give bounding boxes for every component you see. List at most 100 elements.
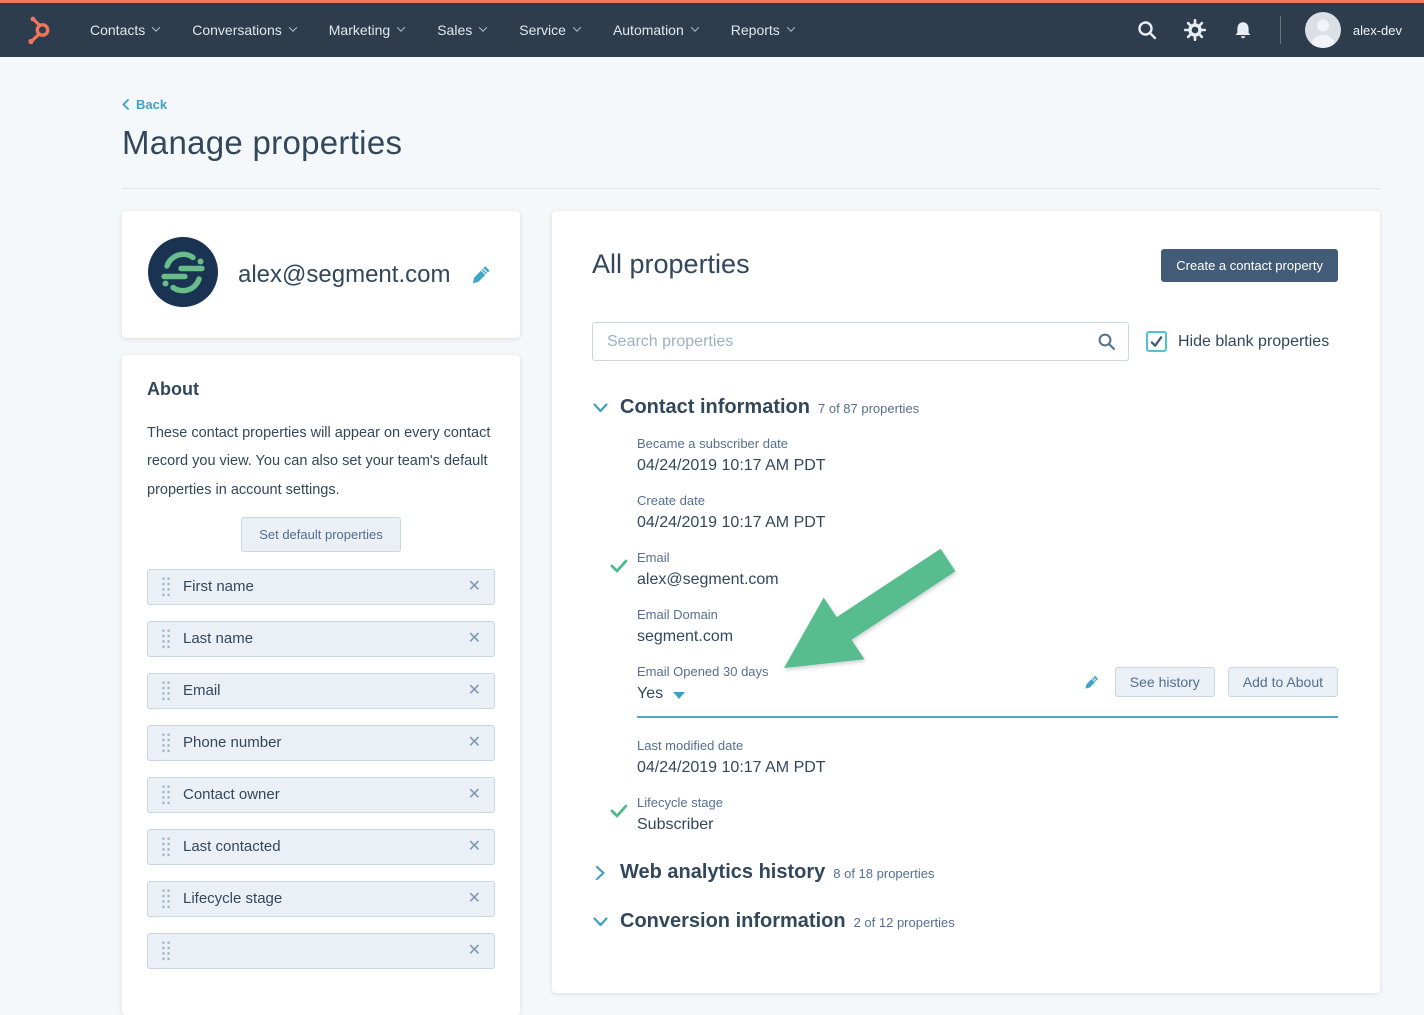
see-history-button[interactable]: See history xyxy=(1115,667,1215,697)
about-property-first-name[interactable]: First name ✕ xyxy=(147,569,495,605)
drag-handle-icon[interactable] xyxy=(161,628,170,649)
property-value: alex@segment.com xyxy=(637,571,1338,589)
chevron-down-icon[interactable] xyxy=(592,403,609,413)
nav-item-label: Sales xyxy=(437,22,472,38)
hide-blank-label: Hide blank properties xyxy=(1178,333,1329,351)
about-property-label: Contact owner xyxy=(183,786,280,803)
drag-handle-icon[interactable] xyxy=(161,680,170,701)
section-header-web-analytics-history[interactable]: Web analytics history 8 of 18 properties xyxy=(592,861,1338,884)
chevron-down-icon xyxy=(691,23,699,31)
property-label: Became a subscriber date xyxy=(637,436,1338,451)
contact-information-rows: Became a subscriber date 04/24/2019 10:1… xyxy=(637,436,1338,834)
remove-icon[interactable]: ✕ xyxy=(468,839,481,855)
hubspot-logo-icon[interactable] xyxy=(24,15,52,45)
remove-icon[interactable]: ✕ xyxy=(468,579,481,595)
left-column: alex@segment.com About These contact pro… xyxy=(122,211,520,1015)
drag-handle-icon[interactable] xyxy=(161,888,170,909)
about-property-contact-owner[interactable]: Contact owner ✕ xyxy=(147,777,495,813)
nav-item-contacts[interactable]: Contacts xyxy=(90,22,159,38)
gear-icon[interactable] xyxy=(1184,19,1206,41)
property-label: Lifecycle stage xyxy=(637,795,1338,810)
remove-icon[interactable]: ✕ xyxy=(468,683,481,699)
drag-handle-icon[interactable] xyxy=(161,576,170,597)
section-count: 2 of 12 properties xyxy=(854,915,955,930)
section-count: 7 of 87 properties xyxy=(818,401,919,416)
checkbox-checked-icon[interactable] xyxy=(1146,331,1167,352)
profile-card: alex@segment.com xyxy=(122,211,520,338)
remove-icon[interactable]: ✕ xyxy=(468,735,481,751)
chevron-down-icon[interactable] xyxy=(592,917,609,927)
drag-handle-icon[interactable] xyxy=(161,732,170,753)
page-body: Back Manage properties xyxy=(0,57,1424,1015)
remove-icon[interactable]: ✕ xyxy=(468,631,481,647)
about-property-label: Phone number xyxy=(183,734,281,751)
property-value: 04/24/2019 10:17 AM PDT xyxy=(637,759,1338,777)
search-icon[interactable] xyxy=(1136,19,1158,41)
right-column: All properties Create a contact property xyxy=(552,211,1380,993)
chevron-down-icon xyxy=(289,23,297,31)
nav-username[interactable]: alex-dev xyxy=(1353,23,1402,38)
section-title: Conversion information xyxy=(620,910,846,933)
about-property-last-contacted[interactable]: Last contacted ✕ xyxy=(147,829,495,865)
user-avatar[interactable] xyxy=(1305,12,1341,48)
remove-icon[interactable]: ✕ xyxy=(468,891,481,907)
edit-email-pencil-icon[interactable] xyxy=(471,264,492,285)
property-value: segment.com xyxy=(637,628,1338,646)
page-title: Manage properties xyxy=(122,124,1380,162)
about-property-label: Last contacted xyxy=(183,838,281,855)
remove-icon[interactable]: ✕ xyxy=(468,943,481,959)
property-label: Email Domain xyxy=(637,607,1338,622)
back-label: Back xyxy=(136,97,167,112)
set-default-properties-button[interactable]: Set default properties xyxy=(241,517,401,552)
about-property-label: Lifecycle stage xyxy=(183,890,282,907)
nav-item-label: Reports xyxy=(731,22,780,38)
remove-icon[interactable]: ✕ xyxy=(468,787,481,803)
about-property-last-name[interactable]: Last name ✕ xyxy=(147,621,495,657)
chevron-down-icon xyxy=(397,23,405,31)
chevron-down-icon xyxy=(479,23,487,31)
nav-item-service[interactable]: Service xyxy=(519,22,580,38)
nav-item-sales[interactable]: Sales xyxy=(437,22,486,38)
about-property-lifecycle-stage[interactable]: Lifecycle stage ✕ xyxy=(147,881,495,917)
about-title: About xyxy=(147,379,495,400)
property-row-email-opened-30-days: Email Opened 30 days Yes xyxy=(637,664,1338,718)
bell-icon[interactable] xyxy=(1232,20,1254,41)
nav-item-reports[interactable]: Reports xyxy=(731,22,794,38)
about-property-email[interactable]: Email ✕ xyxy=(147,673,495,709)
nav-item-label: Automation xyxy=(613,22,684,38)
property-row-email: Email alex@segment.com xyxy=(637,550,1338,589)
nav-item-label: Service xyxy=(519,22,566,38)
contact-email: alex@segment.com xyxy=(238,261,450,289)
search-properties-input[interactable] xyxy=(592,322,1129,361)
edit-property-pencil-icon[interactable] xyxy=(1084,674,1100,690)
nav-item-label: Conversations xyxy=(192,22,282,38)
search-icon[interactable] xyxy=(1097,332,1116,356)
about-property-label: Last name xyxy=(183,630,253,647)
section-header-conversion-information[interactable]: Conversion information 2 of 12 propertie… xyxy=(592,910,1338,933)
drag-handle-icon[interactable] xyxy=(161,784,170,805)
nav-item-marketing[interactable]: Marketing xyxy=(329,22,404,38)
nav-item-conversations[interactable]: Conversations xyxy=(192,22,296,38)
nav-item-label: Contacts xyxy=(90,22,145,38)
nav-item-label: Marketing xyxy=(329,22,390,38)
top-nav: Contacts Conversations Marketing Sales S… xyxy=(0,0,1424,57)
about-property-phone-number[interactable]: Phone number ✕ xyxy=(147,725,495,761)
property-label: Last modified date xyxy=(637,738,1338,753)
property-row-lifecycle-stage: Lifecycle stage Subscriber xyxy=(637,795,1338,834)
property-value: 04/24/2019 10:17 AM PDT xyxy=(637,457,1338,475)
chevron-right-icon[interactable] xyxy=(592,868,609,878)
nav-divider xyxy=(1280,16,1281,44)
add-to-about-button[interactable]: Add to About xyxy=(1228,667,1338,697)
hide-blank-properties-toggle[interactable]: Hide blank properties xyxy=(1146,331,1329,352)
drag-handle-icon[interactable] xyxy=(161,940,170,961)
title-divider xyxy=(122,188,1380,189)
back-link[interactable]: Back xyxy=(122,97,167,112)
dropdown-caret-icon[interactable] xyxy=(673,692,685,699)
property-value-dropdown[interactable]: Yes xyxy=(637,685,663,703)
nav-item-automation[interactable]: Automation xyxy=(613,22,698,38)
drag-handle-icon[interactable] xyxy=(161,836,170,857)
property-label: Create date xyxy=(637,493,1338,508)
create-contact-property-button[interactable]: Create a contact property xyxy=(1161,249,1338,282)
about-property-partial[interactable]: ✕ xyxy=(147,933,495,969)
section-header-contact-information[interactable]: Contact information 7 of 87 properties xyxy=(592,396,1338,419)
